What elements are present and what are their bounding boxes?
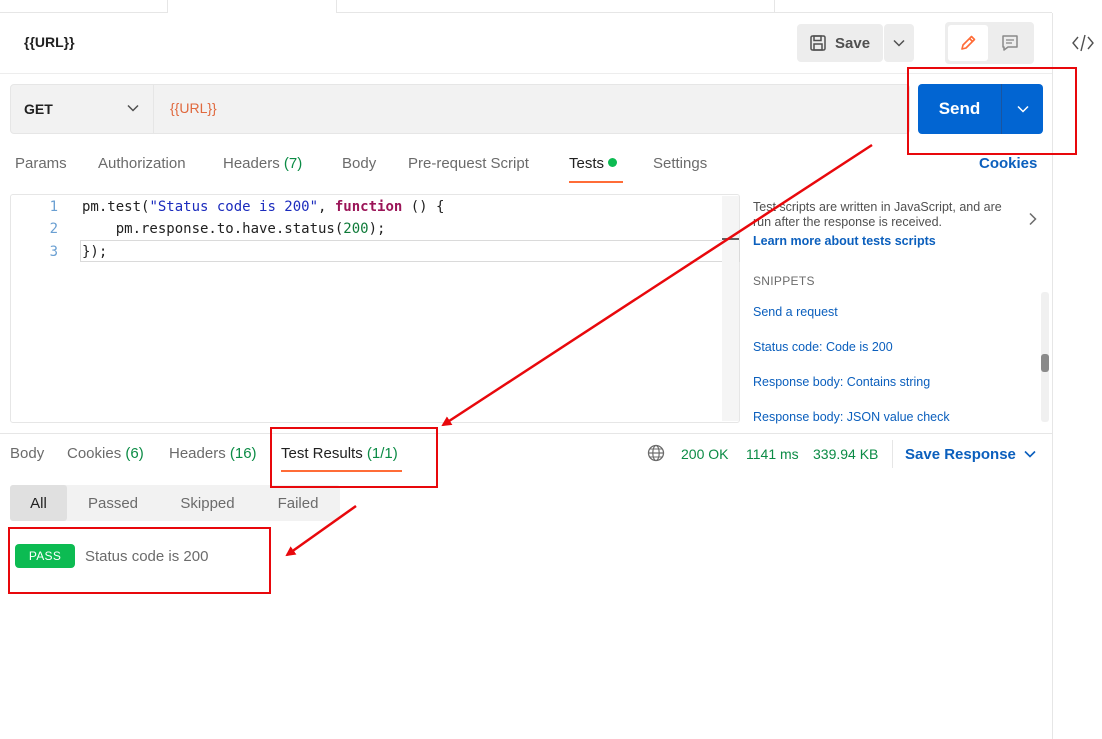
snippet-link[interactable]: Send a request [753, 305, 838, 319]
response-tab-cookies[interactable]: Cookies (6) [67, 445, 144, 462]
cookies-link[interactable]: Cookies [979, 155, 1037, 172]
tab-pre-request-script[interactable]: Pre-request Script [408, 155, 529, 172]
tab-tests[interactable]: Tests [569, 155, 618, 172]
tab-strip [0, 0, 1052, 13]
comment-icon [1002, 35, 1018, 51]
tests-active-dot [608, 158, 618, 167]
chevron-down-icon [893, 39, 905, 47]
snippets-scrollbar-thumb[interactable] [1041, 354, 1049, 372]
request-title[interactable]: {{URL}} [24, 34, 75, 50]
url-input[interactable]: {{URL}} [170, 100, 217, 116]
pencil-icon [961, 35, 976, 50]
current-line-highlight [80, 240, 740, 262]
save-button[interactable]: Save [797, 24, 883, 62]
editor-scroll-marker [722, 238, 739, 240]
annotation-box-test-results [270, 427, 438, 488]
annotation-box-pass-result [8, 527, 271, 594]
snippets-heading: SNIPPETS [753, 274, 815, 288]
editor-scrollbar[interactable] [722, 196, 739, 421]
response-tab-body[interactable]: Body [10, 445, 44, 462]
tab-params[interactable]: Params [15, 155, 67, 172]
response-size[interactable]: 339.94 KB [813, 446, 878, 462]
snippet-link[interactable]: Response body: JSON value check [753, 410, 950, 424]
request-tab-inactive[interactable] [0, 0, 168, 12]
header-divider [0, 73, 1052, 74]
filter-skipped[interactable]: Skipped [159, 485, 256, 521]
line-number: 1 [49, 199, 58, 215]
globe-icon[interactable] [647, 444, 665, 462]
status-code[interactable]: 200 OK [681, 446, 728, 462]
snippet-link[interactable]: Status code: Code is 200 [753, 340, 893, 354]
filter-all[interactable]: All [10, 485, 67, 521]
line-number: 3 [49, 244, 58, 260]
chevron-down-icon [127, 104, 139, 112]
tab-separator [774, 0, 775, 12]
code-line-3[interactable]: }); [82, 244, 107, 260]
request-tab-active[interactable] [168, 0, 337, 13]
filter-passed[interactable]: Passed [67, 485, 159, 521]
code-snippet-icon[interactable] [1071, 32, 1095, 54]
filter-failed[interactable]: Failed [256, 485, 340, 521]
save-dropdown-button[interactable] [884, 24, 914, 62]
save-icon [810, 35, 826, 51]
method-label: GET [24, 101, 53, 117]
response-time[interactable]: 1141 ms [746, 446, 799, 462]
response-tab-headers[interactable]: Headers (16) [169, 445, 257, 462]
code-line-1[interactable]: pm.test("Status code is 200", function (… [82, 199, 444, 215]
chevron-right-icon[interactable] [1028, 212, 1038, 226]
code-line-2[interactable]: pm.response.to.have.status(200); [82, 221, 386, 237]
tests-description: Test scripts are written in JavaScript, … [753, 200, 1002, 229]
comment-mode-button[interactable] [990, 25, 1030, 61]
tab-body[interactable]: Body [342, 155, 376, 172]
tab-authorization[interactable]: Authorization [98, 155, 186, 172]
status-divider [892, 440, 893, 468]
tab-headers[interactable]: Headers (7) [223, 155, 302, 172]
save-label: Save [835, 34, 871, 52]
response-divider[interactable] [0, 433, 1052, 434]
edit-mode-button[interactable] [948, 25, 988, 61]
save-response-button[interactable]: Save Response [905, 446, 1016, 463]
snippet-link[interactable]: Response body: Contains string [753, 375, 930, 389]
tab-settings[interactable]: Settings [653, 155, 707, 172]
learn-more-link[interactable]: Learn more about tests scripts [753, 234, 936, 248]
line-number: 2 [49, 221, 58, 237]
headers-count: (7) [283, 155, 303, 172]
annotation-box-send [907, 67, 1077, 155]
chevron-down-icon[interactable] [1024, 450, 1036, 458]
active-tab-indicator [569, 181, 623, 183]
